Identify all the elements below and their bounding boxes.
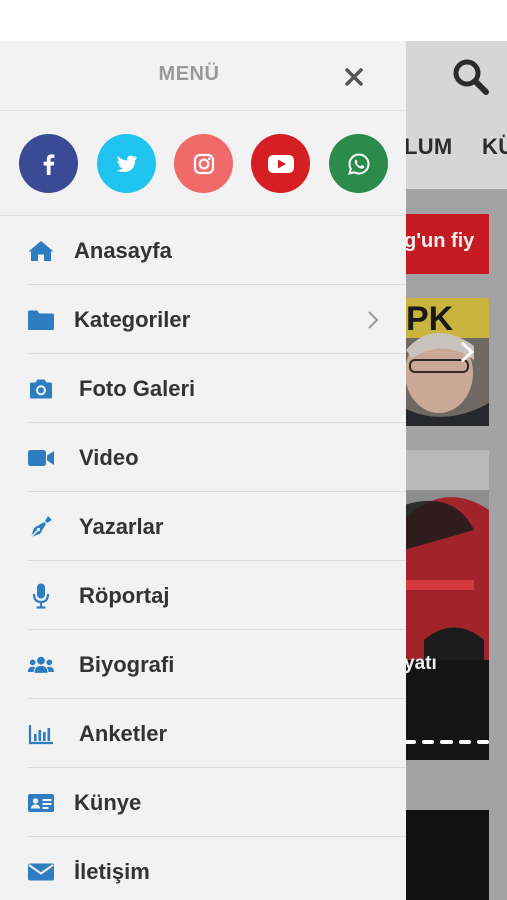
chevron-right-icon: [368, 310, 379, 329]
menu-item-label: Video: [79, 444, 139, 470]
menu-item-iletisim[interactable]: İletişim: [0, 837, 406, 900]
video-camera-icon: [27, 445, 55, 471]
menu-item-roportaj[interactable]: Röportaj: [0, 561, 406, 630]
menu-header: MENÜ: [0, 41, 406, 111]
menu-item-label: Yazarlar: [79, 513, 164, 539]
search-icon[interactable]: [452, 58, 490, 96]
microphone-icon: [27, 583, 55, 609]
folder-icon: [27, 307, 55, 333]
menu-item-foto-galeri[interactable]: Foto Galeri: [0, 354, 406, 423]
portrait-image: PK: [404, 298, 489, 426]
menu-item-yazarlar[interactable]: Yazarlar: [0, 492, 406, 561]
social-links: [0, 111, 406, 216]
menu-item-label: Anketler: [79, 720, 168, 746]
svg-text:PK: PK: [406, 300, 454, 338]
headline-banner[interactable]: g'un fiy: [404, 214, 489, 274]
youtube-icon: [267, 154, 294, 173]
slider-caption: yatı: [404, 653, 437, 674]
youtube-button[interactable]: [251, 134, 310, 193]
menu-item-anasayfa[interactable]: Anasayfa: [0, 216, 406, 285]
carousel-next-icon[interactable]: [458, 340, 476, 364]
menu-item-label: Foto Galeri: [79, 375, 196, 401]
twitter-icon: [116, 155, 137, 172]
nav-item[interactable]: LUM: [404, 134, 453, 160]
users-icon: [27, 652, 55, 678]
menu-item-label: Biyografi: [79, 651, 175, 677]
news-slider[interactable]: yatı: [404, 450, 489, 760]
pen-icon: [27, 514, 55, 540]
facebook-button[interactable]: [19, 134, 78, 193]
instagram-button[interactable]: [174, 134, 233, 193]
menu-item-label: Anasayfa: [74, 237, 172, 263]
menu-item-kategoriler[interactable]: Kategoriler: [0, 285, 406, 354]
menu-item-video[interactable]: Video: [0, 423, 406, 492]
facebook-icon: [43, 153, 54, 175]
camera-icon: [27, 376, 55, 402]
menu-item-label: Röportaj: [79, 582, 170, 608]
nav-item[interactable]: KÜ: [482, 134, 507, 160]
side-menu: MENÜ Anasayfa Kategoriler Foto Galeri Vi…: [0, 41, 406, 900]
envelope-icon: [27, 859, 55, 885]
menu-list: Anasayfa Kategoriler Foto Galeri Video Y…: [0, 216, 406, 900]
instagram-icon: [193, 153, 214, 174]
news-photo[interactable]: [404, 810, 489, 900]
slider-pagination[interactable]: [404, 740, 489, 744]
news-photo[interactable]: PK: [404, 298, 489, 426]
menu-item-label: Künye: [74, 789, 142, 815]
menu-item-biyografi[interactable]: Biyografi: [0, 630, 406, 699]
close-icon[interactable]: [340, 63, 368, 91]
menu-title: MENÜ: [158, 63, 220, 85]
bar-chart-icon: [27, 721, 55, 747]
twitter-button[interactable]: [97, 134, 156, 193]
menu-item-label: Kategoriler: [74, 306, 191, 332]
car-image: [404, 450, 489, 760]
menu-item-label: İletişim: [74, 858, 150, 884]
whatsapp-button[interactable]: [329, 134, 388, 193]
menu-item-kunye[interactable]: Künye: [0, 768, 406, 837]
id-card-icon: [27, 790, 55, 816]
headline-text: g'un fiy: [404, 230, 475, 252]
whatsapp-icon: [347, 152, 369, 175]
home-icon: [27, 238, 55, 264]
menu-item-anketler[interactable]: Anketler: [0, 699, 406, 768]
